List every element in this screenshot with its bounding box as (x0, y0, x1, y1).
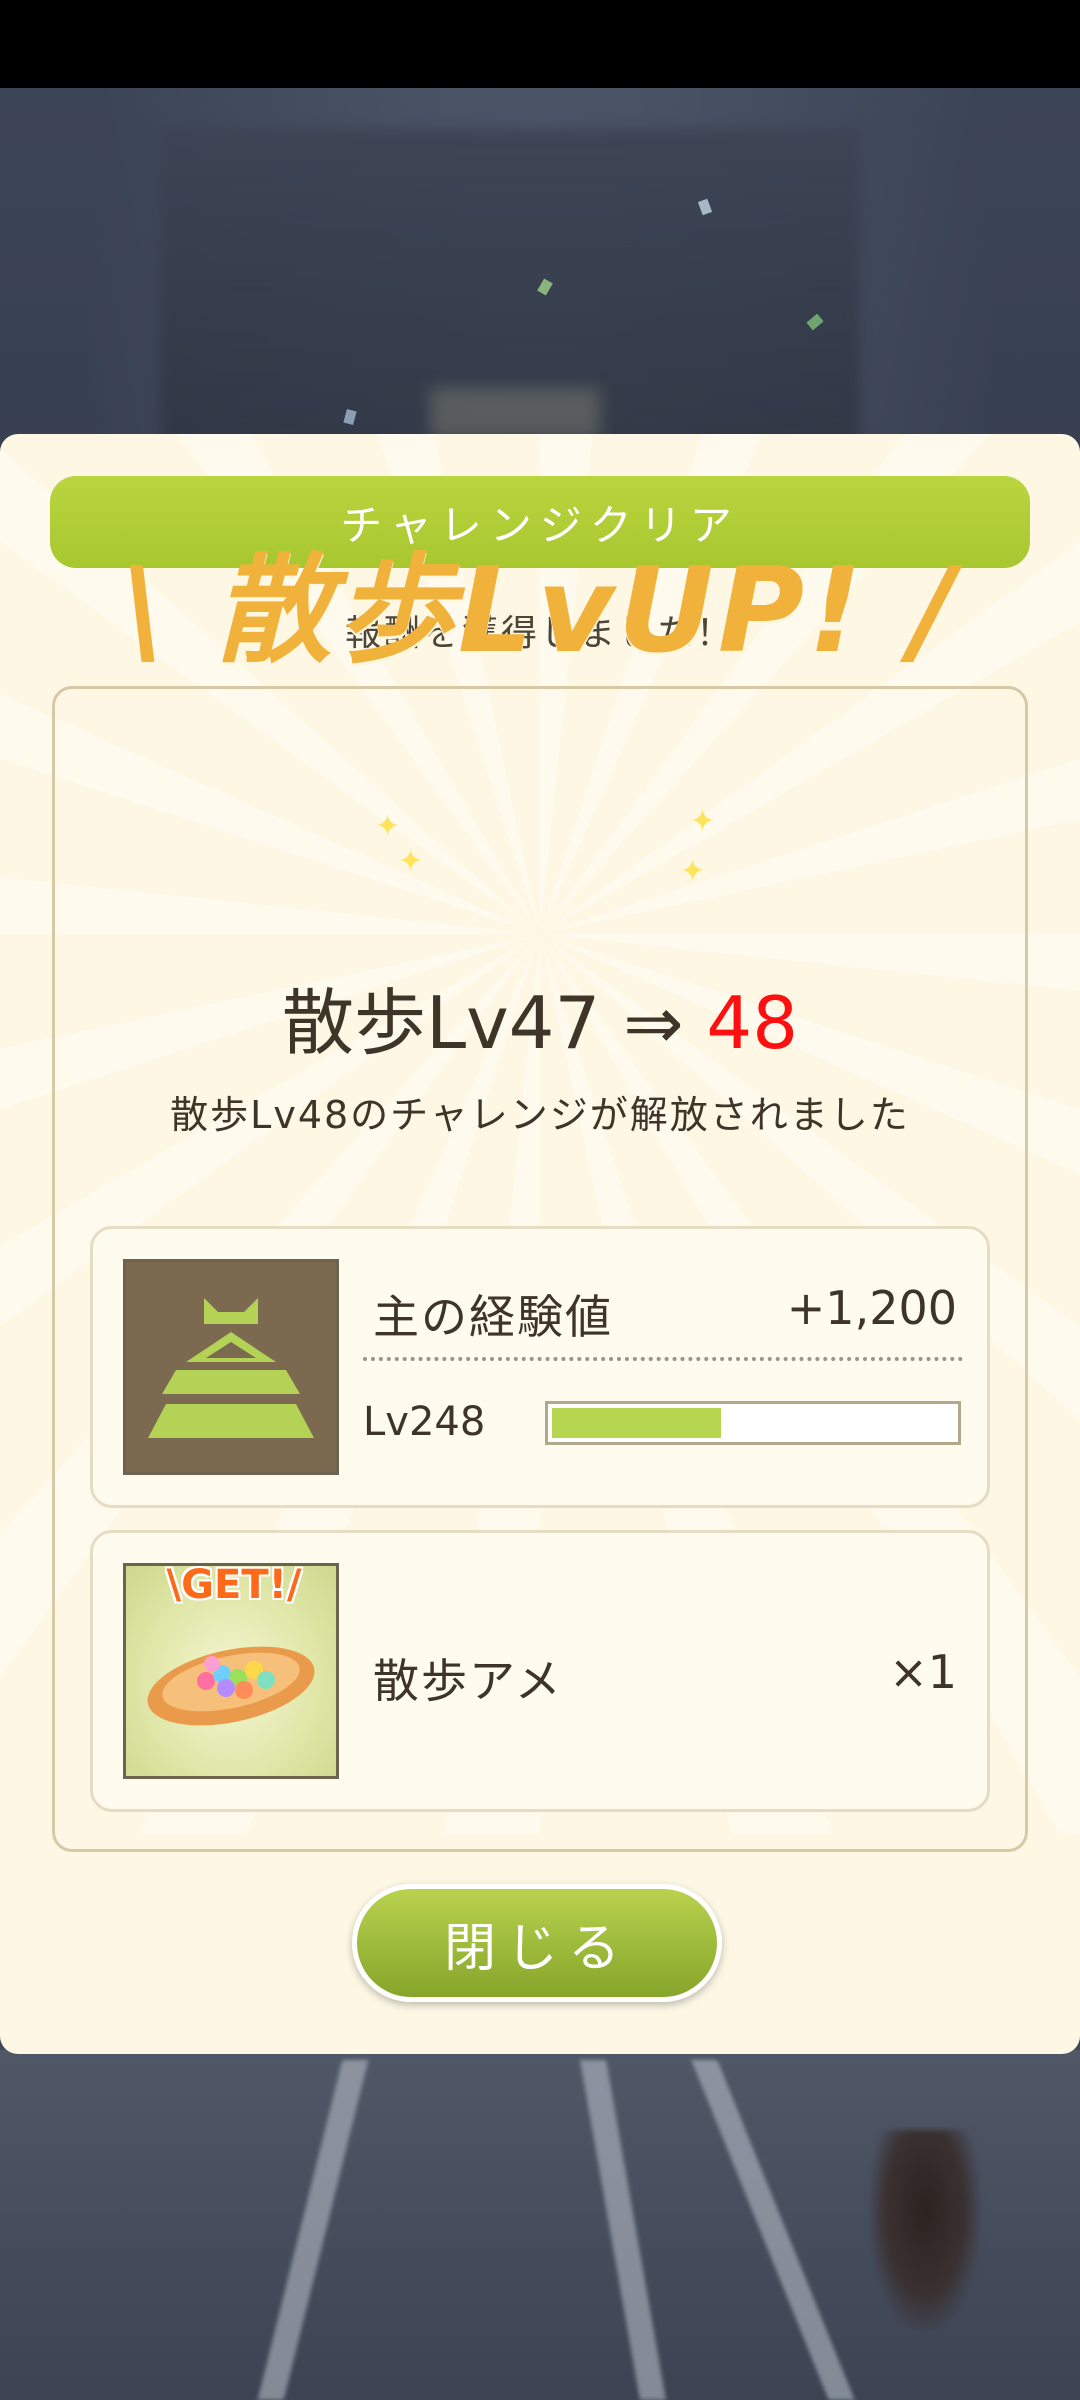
level-change: 散歩Lv47 ⇒ 48 (0, 964, 1080, 1069)
background-character (870, 2130, 980, 2330)
reward-amount: +1,200 (786, 1281, 957, 1335)
level-up-banner: \ 散歩LvUP! / (121, 541, 959, 679)
unlock-message: 散歩Lv48のチャレンジが解放されました (170, 1093, 910, 1137)
close-button[interactable]: 閉じる (352, 1884, 722, 2002)
status-bar (0, 0, 1080, 88)
get-badge: \GET!/ (166, 1562, 302, 1608)
experience-progress-bar (545, 1401, 961, 1445)
previous-level: 散歩Lv47 (281, 981, 601, 1065)
reward-item-experience: 主の経験値 +1,200 Lv248 (90, 1226, 990, 1508)
experience-progress-fill (552, 1408, 721, 1438)
sparkle-icon: ✦ (690, 804, 716, 839)
castle-icon (123, 1259, 339, 1475)
candy-dish-icon: \GET!/ (123, 1562, 339, 1779)
background-sign (430, 388, 600, 438)
reward-item-candy: \GET!/ 散歩アメ ×1 (90, 1530, 990, 1812)
sparkle-icon: ✦ (398, 844, 424, 879)
castle-icon-graphic (148, 1298, 314, 1438)
divider (363, 1357, 963, 1361)
player-level: Lv248 (363, 1399, 486, 1445)
reward-quantity: ×1 (889, 1645, 957, 1699)
close-button-label: 閉じる (443, 1918, 630, 1979)
reward-label: 散歩アメ (373, 1654, 563, 1708)
sparkle-icon: ✦ (375, 809, 401, 844)
challenge-clear-dialog: チャレンジクリア 報酬を獲得しました！ \ 散歩LvUP! / ✦ ✦ ✦ ✦ … (0, 434, 1080, 2054)
arrow-icon: ⇒ (623, 981, 684, 1065)
reward-label: 主の経験値 (373, 1290, 613, 1344)
new-level: 48 (706, 981, 799, 1065)
sparkle-icon: ✦ (680, 854, 706, 889)
